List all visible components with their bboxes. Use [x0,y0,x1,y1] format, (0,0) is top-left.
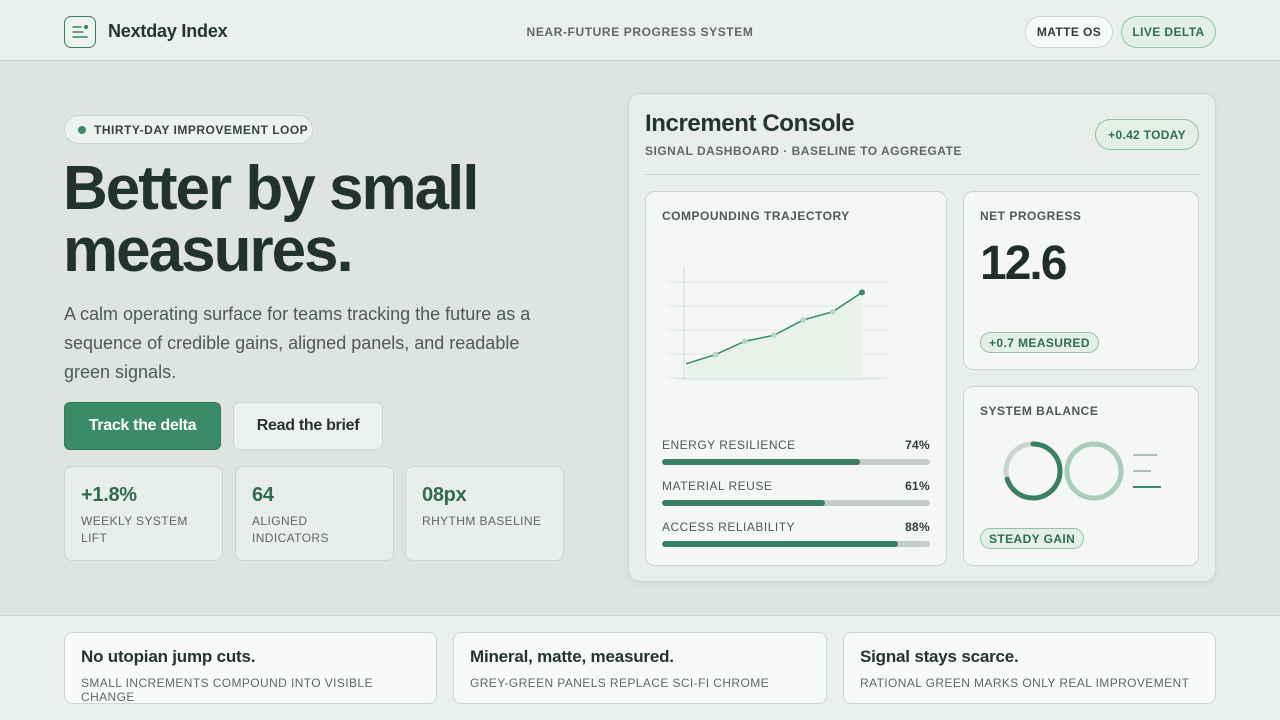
principle-title: No utopian jump cuts. [81,647,256,666]
principle-subtitle: GREY-GREEN PANELS REPLACE SCI-FI CHROME [470,676,769,690]
principle-card: Signal stays scarce. RATIONAL GREEN MARK… [843,632,1216,704]
net-progress-label: NET PROGRESS [980,209,1082,223]
principle-subtitle: SMALL INCREMENTS COMPOUND INTO VISIBLE C… [81,676,373,704]
metric-track [662,459,930,465]
trajectory-chart [668,267,888,380]
trajectory-point [771,332,777,339]
stat-value: 08px [422,484,467,506]
stat-card: 08px RHYTHM BASELINE [405,466,564,561]
metric-fill [662,541,898,547]
stat-value: +1.8% [81,484,137,506]
principle-card: Mineral, matte, measured. GREY-GREEN PAN… [453,632,827,704]
balance-rings-icon [1003,441,1161,501]
net-progress-value: 12.6 [980,237,1067,290]
trajectory-panel: COMPOUNDING TRAJECTORY ENERGY RESILIENCE… [645,191,947,566]
metric-name: ACCESS RELIABILITY [662,520,796,534]
metric-percent: 61% [905,479,930,493]
status-dot-icon [78,125,86,134]
trajectory-point [859,289,865,296]
metric-fill [662,459,861,465]
today-badge: +0.42 TODAY [1095,119,1199,150]
divider [645,174,1199,175]
stat-label: ALIGNED INDICATORS [252,514,329,545]
top-bar: Nextday Index NEAR-FUTURE PROGRESS SYSTE… [0,0,1280,61]
stat-card: 64 ALIGNED INDICATORS [235,466,394,561]
chip-label: THIRTY-DAY IMPROVEMENT LOOP [94,122,309,137]
loop-chip: THIRTY-DAY IMPROVEMENT LOOP [64,115,313,144]
system-balance-panel: SYSTEM BALANCE STEADY GAIN [963,386,1199,566]
trajectory-point [800,317,807,323]
steady-gain-badge: STEADY GAIN [980,528,1085,549]
metric-percent: 74% [905,438,930,452]
metric-percent: 88% [905,520,930,534]
matte-os-button[interactable]: MATTE OS [1025,16,1113,48]
metric-name: ENERGY RESILIENCE [662,438,796,452]
trajectory-point [712,351,719,358]
track-delta-button[interactable]: Track the delta [64,402,221,450]
footer: No utopian jump cuts. SMALL INCREMENTS C… [0,615,1280,720]
principle-card: No utopian jump cuts. SMALL INCREMENTS C… [64,632,437,704]
stat-value: 64 [252,484,274,506]
system-balance-label: SYSTEM BALANCE [980,404,1099,418]
console-subtitle: SIGNAL DASHBOARD · BASELINE TO AGGREGATE [645,144,962,158]
console-title: Increment Console [645,110,855,137]
increment-console: Increment Console SIGNAL DASHBOARD · BAS… [628,93,1216,582]
hero-description: A calm operating surface for teams track… [64,304,531,382]
read-brief-button[interactable]: Read the brief [233,402,383,450]
principle-title: Mineral, matte, measured. [470,647,674,666]
hero-title: Better by small measures. [63,154,480,285]
trajectory-point [829,308,836,315]
stat-card: +1.8% WEEKLY SYSTEM LIFT [64,466,223,561]
live-delta-button[interactable]: LIVE DELTA [1121,16,1216,48]
metric-track [662,541,930,547]
measured-badge: +0.7 MEASURED [980,332,1099,353]
principle-subtitle: RATIONAL GREEN MARKS ONLY REAL IMPROVEME… [860,676,1190,690]
trajectory-point [741,338,748,345]
stat-label: WEEKLY SYSTEM LIFT [81,514,188,545]
metric-track [662,500,930,506]
net-progress-panel: NET PROGRESS 12.6 +0.7 MEASURED [963,191,1199,370]
stat-label: RHYTHM BASELINE [422,514,542,528]
principle-title: Signal stays scarce. [860,647,1019,666]
metric-fill [662,500,826,506]
trajectory-label: COMPOUNDING TRAJECTORY [662,209,850,223]
metric-name: MATERIAL REUSE [662,479,773,493]
